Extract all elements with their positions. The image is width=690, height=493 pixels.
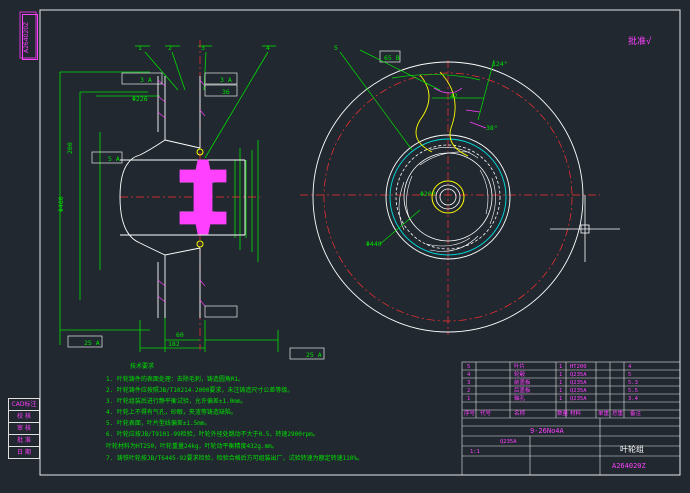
note-6b: 叶轮材料为HT250，叶轮重量24kg，叶轮动平衡精度432g.mm。: [106, 442, 278, 450]
approval-stamp: 批准√: [628, 35, 652, 47]
tol-frame-6: 25 A: [306, 351, 322, 359]
title-cell: 后盖板: [514, 386, 531, 394]
title-cell: 单重: [598, 409, 610, 417]
note-1: 1. 叶轮铸件的表面处理：去除毛刺，铸造圆角R1。: [106, 375, 244, 383]
tol-frame-7: 65 B: [384, 54, 400, 62]
tol-frame-3: 36: [222, 88, 230, 96]
title-cell: 轴孔: [514, 394, 526, 402]
scale-text: 1:1: [470, 449, 480, 455]
dim-angle124: 124°: [492, 60, 508, 68]
note-7: 7. 铸铁叶轮按JB/T6445-92要求检验，检验合格后方可组装出厂，试验转速…: [106, 454, 363, 462]
title-cell: Q235A: [570, 380, 587, 386]
label-1: 1: [138, 44, 142, 52]
title-cell: 前盖板: [514, 378, 531, 386]
title-cell: 5: [467, 364, 470, 370]
title-cell: 代号: [480, 409, 492, 417]
title-cell: Q235A: [570, 372, 587, 378]
drawing-svg: 批准√ 1 2 3 4 5 Φ226 3 A 3 A 36 5 A 25 A 2…: [19, 9, 681, 476]
dim-38deg: 38°: [486, 124, 498, 132]
title-cell: 5: [628, 372, 631, 378]
note-3: 3. 叶轮组装后进行静平衡试验，允许偏差±1.0mm。: [106, 397, 247, 405]
model-number: 9-26No4A: [530, 427, 565, 435]
drawing-no-block: A264020Z: [612, 462, 646, 470]
tol-frame-5: 25 A: [84, 339, 100, 347]
title-cell: 材料: [570, 409, 582, 417]
cad-canvas: A264020Z CAD标注 校 核 审 核 批 准 日 期 批准√ 1 2 3…: [0, 0, 690, 493]
dim-182: 182: [168, 340, 180, 348]
dim-phi460: Φ460: [57, 196, 65, 212]
title-cell: HT200: [570, 364, 587, 370]
tech-notes: 技术要求 1. 叶轮铸件的表面处理：去除毛刺，铸造圆角R1。 2. 叶轮铸件应按…: [106, 362, 363, 462]
note-6: 6. 叶轮应按JB/T9101-99检验，叶轮外径处跳动不大于0.5，转速290…: [106, 430, 319, 438]
title-cell: 3.4: [628, 396, 639, 402]
title-cell: 总重: [612, 409, 624, 417]
title-cell: 3: [467, 380, 470, 386]
tol-frame-4: 5 A: [108, 155, 120, 163]
tol-frame-1: 3 A: [140, 76, 152, 84]
dim-phi226: Φ226: [132, 95, 148, 103]
title-cell: Q235A: [570, 388, 587, 394]
label-3: 3: [201, 44, 205, 52]
label-2: 2: [168, 44, 172, 52]
title-cell: 1: [559, 388, 562, 394]
title-cell: 4: [628, 364, 632, 370]
dim-200: 200: [66, 142, 74, 154]
title-cell: 5.3: [628, 380, 638, 386]
note-5: 5. 叶轮表面，叶片型线偏差±1.5mm。: [106, 419, 211, 427]
title-cell: 1: [467, 396, 470, 402]
title-cell: 5.5: [628, 388, 638, 394]
title-cell: 叶片: [514, 362, 525, 370]
title-cell: 序号: [464, 409, 476, 417]
title-cell: 备注: [630, 409, 642, 417]
title-cell: 1: [559, 380, 562, 386]
label-4: 4: [266, 44, 270, 52]
title-cell: 数量: [557, 409, 569, 417]
blade-ring: [398, 147, 496, 252]
title-block: [461, 361, 681, 476]
title-cell: 1: [559, 372, 562, 378]
tol-frame-2: 3 A: [220, 76, 232, 84]
title-cell: Q235A: [570, 396, 587, 402]
note-2: 2. 叶轮铸件应按照JB/T10214-2000要求，未注铸造尺寸公差等级。: [106, 386, 293, 394]
title-cell: 1: [559, 396, 562, 402]
title-cell: 1: [559, 364, 562, 370]
label-5: 5: [334, 44, 338, 52]
material-text: Q235A: [500, 439, 517, 445]
title-cell: 2: [467, 388, 470, 394]
title-cell: 轮毂: [514, 370, 526, 378]
note-4: 4. 叶轮上不得有气孔，砂眼，夹渣等铸造缺陷。: [106, 408, 237, 416]
notes-title: 技术要求: [130, 362, 154, 370]
title-cell: 名称: [514, 409, 526, 417]
front-view: [300, 49, 620, 335]
part-name: 叶轮组: [620, 444, 644, 454]
dim-60: 60: [176, 331, 184, 339]
title-cell: 4: [467, 372, 471, 378]
dim-phi440: Φ440: [366, 240, 382, 248]
